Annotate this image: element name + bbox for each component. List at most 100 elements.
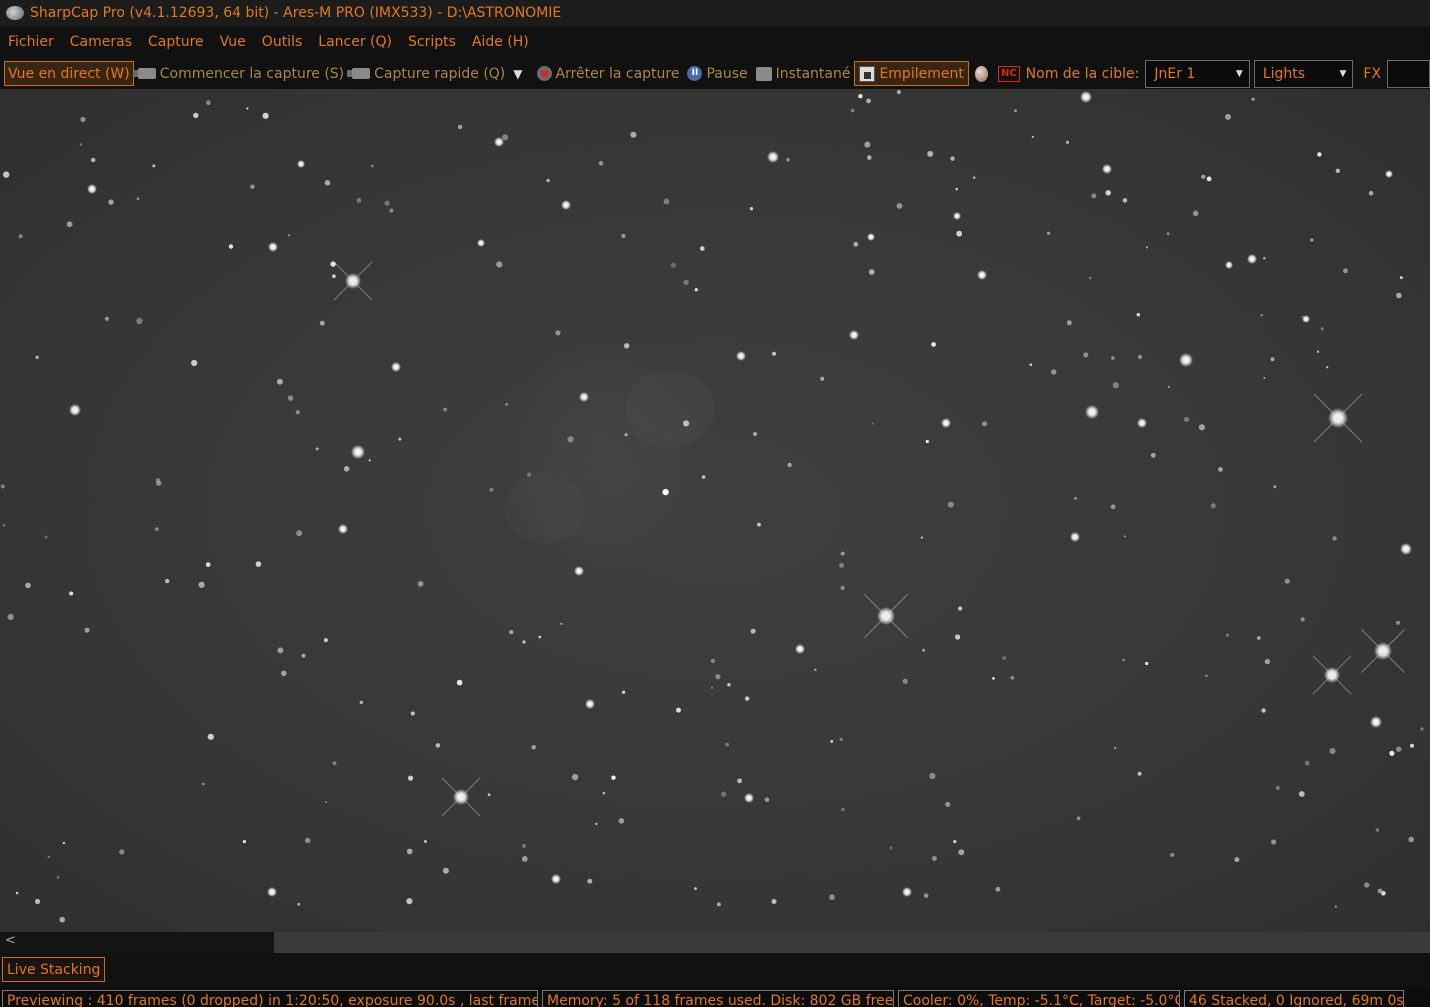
target-name-select[interactable]: JnEr 1 ▼ [1145,59,1250,88]
menu-lancer[interactable]: Lancer (Q) [310,34,400,50]
stacking-icon [859,65,876,82]
fx-input[interactable] [1387,59,1430,88]
faint-star [1051,369,1057,375]
faint-star [325,801,328,803]
faint-star [457,124,463,130]
live-view-button[interactable]: Vue en direct (W) [4,61,134,86]
faint-star [136,197,140,200]
faint-star [618,818,625,824]
faint-star [1329,748,1336,754]
faint-star [853,241,859,247]
planet-icon[interactable] [974,65,988,82]
menu-fichier[interactable]: Fichier [0,34,62,50]
faint-star [1046,231,1051,235]
faint-star [839,562,844,568]
dropdown-arrow-icon: ▼ [1339,68,1347,79]
faint-star [44,535,48,539]
faint-star [1396,292,1402,299]
faint-star [1170,852,1175,857]
star [1080,91,1092,103]
pause-button[interactable]: II Pause [683,61,751,86]
faint-star [1377,888,1383,894]
faint-star [435,743,441,748]
star [477,239,485,247]
faint-star [995,886,1001,892]
frame-type-select[interactable]: Lights ▼ [1253,59,1354,88]
quick-capture-label: Capture rapide (Q) [374,65,506,82]
faint-star [753,432,757,436]
stop-capture-button[interactable]: Arrêter la capture [533,61,684,86]
horizontal-scrollbar[interactable]: < [0,932,1430,953]
faint-star [406,848,413,855]
start-capture-button[interactable]: Commencer la capture (S) [132,61,348,86]
fx-label: FX [1363,65,1382,82]
faint-star [324,180,331,186]
scroll-left-icon[interactable]: < [5,933,16,948]
menu-capture[interactable]: Capture [140,34,212,50]
faint-star [191,359,198,367]
faint-star [62,841,66,845]
faint-star [840,551,845,556]
snapshot-icon [755,66,772,81]
faint-star [59,916,65,923]
faint-star [1198,424,1205,431]
faint-star [47,855,50,859]
menu-scripts[interactable]: Scripts [400,34,464,50]
faint-star [814,668,817,671]
faint-star [764,797,770,802]
faint-star [1210,503,1216,509]
menu-aide[interactable]: Aide (H) [464,34,537,50]
faint-star [359,700,363,705]
faint-star [1111,356,1115,360]
faint-star [958,606,963,611]
menu-outils[interactable]: Outils [254,34,310,50]
stacking-button[interactable]: Empilement [854,61,969,86]
menu-cameras[interactable]: Cameras [62,34,140,50]
faint-star [0,484,5,489]
quick-capture-button[interactable]: Capture rapide (Q) [347,61,509,86]
faint-star [1066,320,1072,326]
faint-star [1167,385,1170,388]
faint-star [956,230,963,237]
faint-star [955,634,961,640]
faint-star [598,161,604,166]
faint-star [820,376,825,381]
faint-star [487,793,491,797]
snapshot-button[interactable]: Instantané [752,61,855,86]
sharpcap-logo-icon [6,6,24,20]
nc-icon[interactable]: NC [997,65,1020,82]
faint-star [587,878,593,884]
faint-star [119,849,125,855]
faint-star [1150,452,1156,458]
faint-star [305,837,311,844]
faint-star [923,893,929,898]
faint-star [1114,746,1117,750]
title-bar: SharpCap Pro (v4.1.12693, 64 bit) - Ares… [0,0,1430,26]
faint-star [7,613,14,621]
tab-live-stacking[interactable]: Live Stacking [2,957,106,982]
menu-vue[interactable]: Vue [212,34,254,50]
star [574,566,584,576]
status-preview: Previewing : 410 frames (0 dropped) in 1… [2,990,538,1007]
faint-star [694,288,698,292]
faint-star [408,775,414,781]
scrollbar-thumb[interactable] [0,932,274,953]
faint-star [972,176,976,179]
chevron-down-icon[interactable]: ▼ [513,67,522,81]
faint-star [538,635,542,639]
faint-star [242,840,246,844]
faint-star [1375,828,1380,832]
faint-star [958,849,965,856]
status-bar: Previewing : 410 frames (0 dropped) in 1… [0,987,1430,1007]
star [338,524,348,534]
star [1385,170,1393,178]
faint-star [1074,496,1077,500]
faint-star [749,207,754,211]
faint-star [947,501,954,508]
faint-star [866,98,871,104]
faint-star [670,262,676,268]
faint-star [1275,785,1280,790]
faint-star [700,246,705,251]
image-viewport[interactable] [0,89,1430,932]
faint-star [521,856,528,862]
